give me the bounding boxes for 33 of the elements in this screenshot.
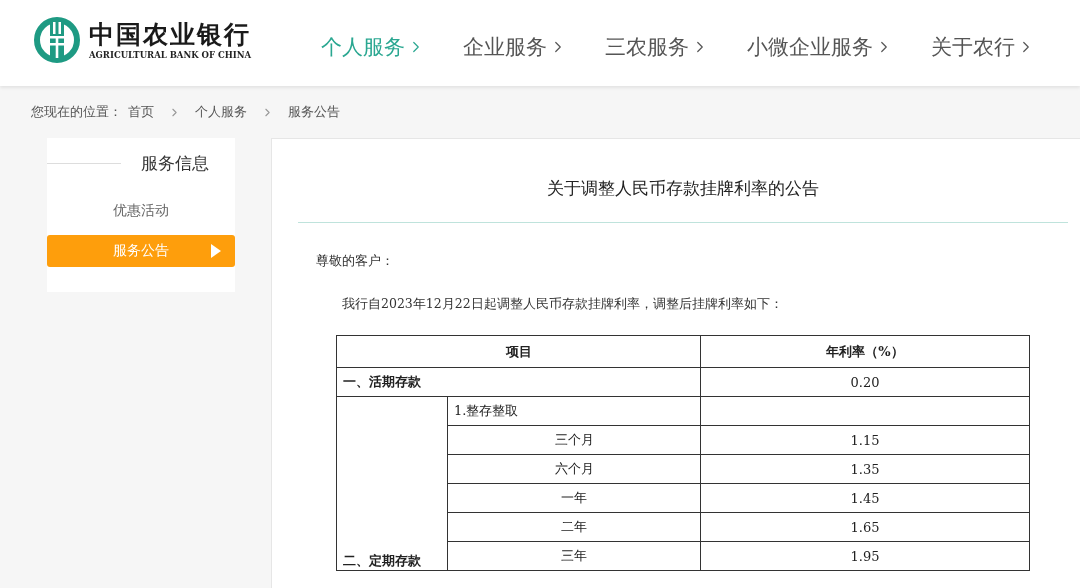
bank-name-english: AGRICULTURAL BANK OF CHINA — [89, 50, 252, 60]
table-cell: 1.65 — [700, 512, 1030, 542]
nav-link[interactable]: 关于农行 — [931, 33, 1035, 61]
table-cell: 六个月 — [447, 454, 701, 484]
nav-link[interactable]: 三农服务 — [605, 33, 709, 61]
breadcrumb-link[interactable]: 服务公告 — [288, 103, 340, 121]
table-cell: 二、定期存款 — [336, 396, 448, 571]
greeting-text: 尊敬的客户： — [316, 253, 395, 270]
table-cell: 0.20 — [700, 367, 1030, 397]
nav-link[interactable]: 小微企业服务 — [747, 33, 893, 61]
table-cell: 三个月 — [447, 425, 701, 455]
table-cell: 一年 — [447, 483, 701, 513]
table-cell: 1.35 — [700, 454, 1030, 484]
table-cell: 1.45 — [700, 483, 1030, 513]
nav-link[interactable]: 企业服务 — [463, 33, 567, 61]
breadcrumb-link[interactable]: 个人服务 — [195, 103, 247, 121]
column-header: 年利率（%） — [700, 335, 1030, 368]
table-cell: 1.15 — [700, 425, 1030, 455]
sidebar-item[interactable]: 优惠活动 — [47, 195, 235, 227]
breadcrumb-link[interactable]: 首页 — [128, 103, 154, 121]
table-cell: 1.95 — [700, 541, 1030, 571]
intro-text: 我行自2023年12月22日起调整人民币存款挂牌利率，调整后挂牌利率如下： — [342, 296, 784, 313]
breadcrumb-label: 您现在的位置： — [31, 103, 122, 121]
bank-name: 中国农业银行 — [89, 20, 252, 50]
table-cell: 二年 — [447, 512, 701, 542]
logo-icon — [33, 16, 81, 64]
table-cell: 1.整存整取 — [447, 396, 701, 426]
article-title: 关于调整人民币存款挂牌利率的公告 — [298, 139, 1068, 223]
sidebar-title: 服务信息 — [141, 152, 209, 175]
column-header: 项目 — [336, 335, 701, 368]
table-cell: 一、活期存款 — [336, 367, 701, 397]
table-cell: 三年 — [447, 541, 701, 571]
play-icon — [211, 244, 221, 258]
